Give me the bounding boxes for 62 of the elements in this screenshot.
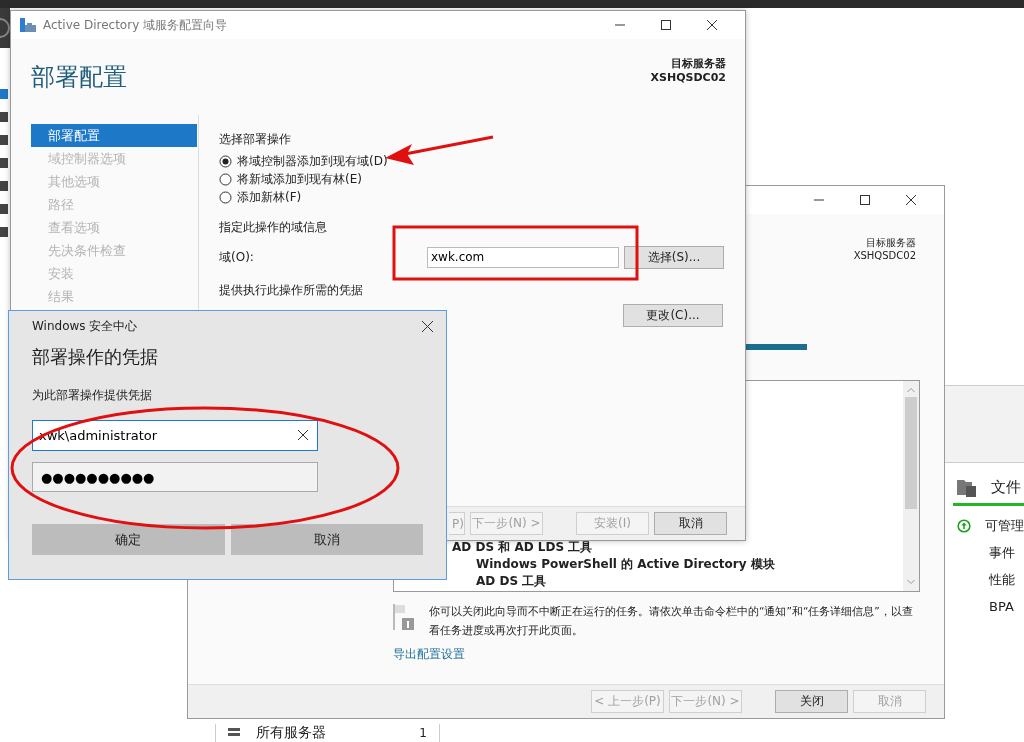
scroll-up-icon (907, 387, 915, 393)
password-field[interactable]: ●●●●●●●●●● (32, 462, 318, 492)
target-server-name: XSHQSDC02 (853, 249, 916, 262)
dialog-title: Windows 安全中心 (32, 317, 138, 335)
section-label: 提供执行此操作所需的凭据 (219, 282, 364, 299)
status-bar (953, 503, 1024, 506)
clear-icon (298, 430, 308, 440)
username-field[interactable]: xwk\administrator (32, 420, 318, 451)
export-settings-link[interactable]: 导出配置设置 (393, 646, 465, 663)
group-count: 1 (419, 726, 428, 740)
maximize-icon (860, 195, 870, 205)
list-item: AD DS 和 AD LDS 工具 (451, 539, 594, 556)
tile-item[interactable]: BPA (989, 599, 1014, 614)
folder-icon (957, 477, 977, 497)
wizard-step[interactable]: 部署配置 (31, 124, 197, 147)
select-button[interactable]: 选择(S)... (624, 245, 724, 269)
logo-icon (0, 8, 10, 48)
close-icon (421, 320, 433, 332)
scroll-down-icon (907, 579, 915, 585)
sidebar-icon (0, 88, 10, 100)
server-icon (228, 728, 242, 738)
list-item: AD DS 工具 (475, 573, 548, 590)
dialog-button[interactable]: 确定 (32, 524, 225, 555)
target-server-label: 目标服务器 (865, 236, 916, 249)
maximize-icon (661, 20, 671, 30)
wizard-button[interactable]: 关闭 (775, 690, 848, 713)
sidebar-icon (0, 226, 10, 238)
target-server-label: 目标服务器 (670, 57, 726, 71)
section-label: 选择部署操作 (219, 131, 292, 148)
close-icon (707, 20, 717, 30)
server-tool-icon (19, 17, 37, 33)
close-icon (906, 195, 916, 205)
sidebar-icon (0, 180, 10, 192)
window-title: Active Directory 域服务配置向导 (43, 16, 228, 34)
notice-text: 你可以关闭此向导而不中断正在运行的任务。请依次单击命令栏中的“通知”和“任务详细信息”，以查看任务进度或再次打开此页面。 (429, 604, 914, 638)
tile-title: 文件 (991, 477, 1021, 497)
list-item: Windows PowerShell 的 Active Directory 模块 (475, 556, 776, 573)
target-server-name: XSHQSDC02 (650, 71, 726, 85)
domain-field[interactable]: xwk.com (427, 246, 619, 268)
radio-option[interactable]: 添加新林(F) (219, 188, 745, 206)
sidebar-icon (0, 111, 10, 123)
dialog-prompt: 为此部署操作提供凭据 (32, 387, 153, 404)
scrollbar-thumb[interactable] (905, 397, 917, 509)
change-button[interactable]: 更改(C)... (623, 304, 723, 327)
radio-option[interactable]: 将新域添加到现有林(E) (219, 170, 745, 188)
sidebar-icon (0, 157, 10, 169)
flag-icon (393, 604, 415, 630)
sidebar-icon (0, 134, 10, 146)
tile-item[interactable]: 可管理 (985, 516, 1024, 535)
dialog-button[interactable]: 取消 (230, 524, 423, 555)
tile-item[interactable]: 性能 (989, 570, 1015, 589)
section-label: 指定此操作的域信息 (219, 219, 328, 236)
scrollbar[interactable] (903, 381, 919, 591)
radio-option[interactable]: 将域控制器添加到现有域(D) (219, 152, 745, 170)
field-label: 域(O): (219, 248, 255, 266)
tile-item[interactable]: 事件 (989, 543, 1015, 562)
dialog-heading: 部署操作的凭据 (32, 345, 159, 369)
sidebar-icon (0, 203, 10, 215)
page-heading: 部署配置 (31, 62, 127, 93)
accent-bar (745, 344, 807, 350)
wizard-button[interactable]: 取消 (654, 512, 727, 535)
group-label[interactable]: 所有服务器 (256, 724, 406, 742)
